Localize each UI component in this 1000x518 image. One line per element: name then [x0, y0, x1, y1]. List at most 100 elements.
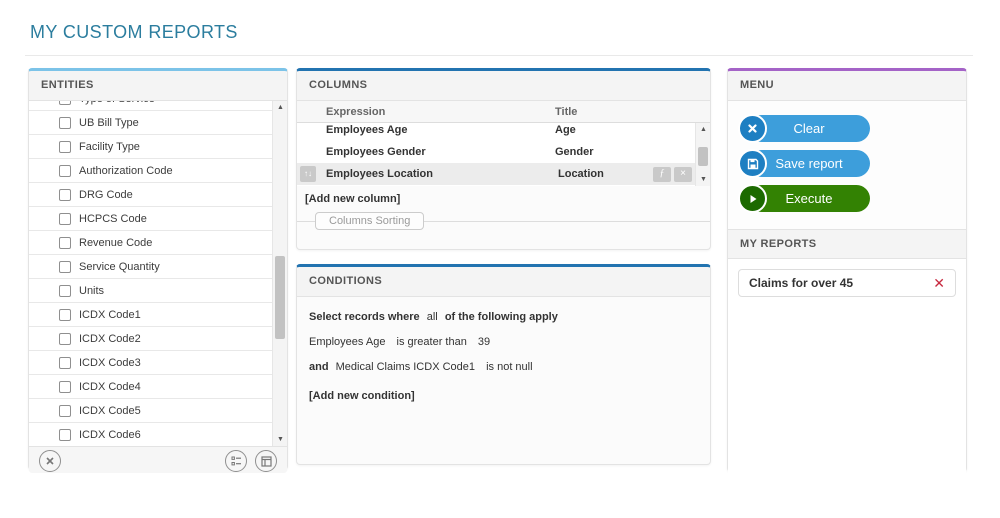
entity-checkbox[interactable]: [59, 381, 71, 393]
entity-label: UB Bill Type: [79, 117, 139, 129]
entity-checkbox[interactable]: [59, 213, 71, 225]
table-view-button[interactable]: [255, 450, 277, 472]
condition-operator-token[interactable]: is not null: [486, 361, 532, 373]
intro-suffix: of the following apply: [445, 311, 558, 323]
entity-row[interactable]: ICDX Code4: [29, 375, 272, 399]
condition-operator-token[interactable]: is greater than: [397, 336, 467, 348]
entity-checkbox[interactable]: [59, 405, 71, 417]
entity-row[interactable]: Authorization Code: [29, 159, 272, 183]
scroll-up-icon[interactable]: ▲: [273, 101, 287, 114]
scroll-down-icon[interactable]: ▼: [696, 173, 711, 186]
menu-panel: MENU Clear Save report Execu: [727, 68, 967, 472]
add-new-condition-link[interactable]: [Add new condition]: [309, 390, 698, 402]
entities-scroll-thumb[interactable]: [275, 256, 285, 339]
entities-scrollbar[interactable]: ▲ ▼: [272, 101, 287, 446]
execute-button[interactable]: Execute: [738, 184, 870, 213]
entity-label: Authorization Code: [79, 165, 173, 177]
menu-buttons: Clear Save report Execute: [728, 101, 966, 229]
entity-checkbox[interactable]: [59, 101, 71, 105]
entity-row[interactable]: UB Bill Type: [29, 111, 272, 135]
entity-row[interactable]: Units: [29, 279, 272, 303]
entity-label: ICDX Code2: [79, 333, 141, 345]
entity-row[interactable]: ICDX Code5: [29, 399, 272, 423]
entity-checkbox[interactable]: [59, 165, 71, 177]
add-new-column-link[interactable]: [Add new column]: [305, 193, 400, 205]
report-item[interactable]: Claims for over 45 ✕: [738, 269, 956, 297]
row-delete-button[interactable]: ×: [674, 167, 692, 182]
entity-row[interactable]: Facility Type: [29, 135, 272, 159]
scroll-down-icon[interactable]: ▼: [273, 433, 287, 446]
entity-label: ICDX Code4: [79, 381, 141, 393]
entity-row[interactable]: Service Quantity: [29, 255, 272, 279]
entity-row[interactable]: ICDX Code6: [29, 423, 272, 446]
condition-field-token[interactable]: Medical Claims ICDX Code1: [336, 361, 475, 373]
entity-row[interactable]: HCPCS Code: [29, 207, 272, 231]
entity-checkbox[interactable]: [59, 357, 71, 369]
page: MY CUSTOM REPORTS ENTITIES Type of Servi…: [0, 0, 1000, 518]
entity-checkbox[interactable]: [59, 309, 71, 321]
save-report-button[interactable]: Save report: [738, 149, 870, 178]
columns-panel: COLUMNS Expression Title Employees Age A…: [296, 68, 711, 250]
conditions-intro-line: Select records where all of the followin…: [309, 311, 698, 323]
entity-label: Facility Type: [79, 141, 140, 153]
scroll-up-icon[interactable]: ▲: [696, 123, 711, 136]
condition-mode-token[interactable]: all: [427, 311, 438, 323]
condition-conjunction: and: [309, 361, 329, 373]
column-row[interactable]: Employees Age Age: [297, 123, 695, 141]
menu-header: MENU: [728, 71, 966, 101]
row-function-button[interactable]: ƒ: [653, 167, 671, 182]
entity-checkbox[interactable]: [59, 117, 71, 129]
entity-row[interactable]: DRG Code: [29, 183, 272, 207]
columns-rows-wrap: Employees Age Age Employees Gender Gende…: [297, 123, 710, 186]
column-row[interactable]: Employees Gender Gender: [297, 141, 695, 163]
entity-checkbox[interactable]: [59, 189, 71, 201]
columns-rows: Employees Age Age Employees Gender Gende…: [297, 123, 695, 186]
clear-button[interactable]: Clear: [738, 114, 870, 143]
entity-row[interactable]: Type of Service: [29, 101, 272, 111]
condition-value-token[interactable]: 39: [478, 336, 490, 348]
my-reports-header: MY REPORTS: [728, 229, 966, 259]
entity-checkbox[interactable]: [59, 237, 71, 249]
intro-prefix: Select records where: [309, 311, 420, 323]
entity-row[interactable]: Revenue Code: [29, 231, 272, 255]
entity-row[interactable]: ICDX Code3: [29, 351, 272, 375]
entity-checkbox[interactable]: [59, 429, 71, 441]
title-divider: [25, 55, 973, 56]
checklist-icon: [231, 456, 242, 467]
entity-checkbox[interactable]: [59, 333, 71, 345]
entity-row[interactable]: ICDX Code2: [29, 327, 272, 351]
report-name: Claims for over 45: [749, 276, 853, 290]
condition-rule: Employees Age is greater than 39: [309, 336, 698, 348]
clear-selection-button[interactable]: [39, 450, 61, 472]
entities-header: ENTITIES: [29, 71, 287, 101]
condition-field-token[interactable]: Employees Age: [309, 336, 385, 348]
columns-table-header: Expression Title: [297, 101, 710, 123]
entity-label: ICDX Code5: [79, 405, 141, 417]
delete-report-icon[interactable]: ✕: [933, 276, 945, 290]
column-expression: Employees Gender: [297, 146, 555, 158]
conditions-panel: CONDITIONS Select records where all of t…: [296, 264, 711, 465]
x-circle-icon: [45, 456, 55, 466]
entity-checkbox[interactable]: [59, 285, 71, 297]
column-row-selected[interactable]: ↑↓ Employees Location Location ƒ ×: [297, 163, 695, 185]
x-circle-icon: [738, 114, 767, 143]
columns-tab-strip: Columns Sorting: [297, 212, 710, 233]
columns-scrollbar[interactable]: ▲ ▼: [695, 123, 710, 186]
entity-checkbox[interactable]: [59, 141, 71, 153]
entities-list: Type of Service UB Bill Type Facility Ty…: [29, 101, 272, 446]
table-layout-icon: [261, 456, 272, 467]
entity-label: Units: [79, 285, 104, 297]
entity-label: Service Quantity: [79, 261, 160, 273]
entity-checkbox[interactable]: [59, 261, 71, 273]
row-drag-handle-icon[interactable]: ↑↓: [300, 166, 316, 182]
column-expression: Employees Location: [297, 168, 558, 180]
entities-body: Type of Service UB Bill Type Facility Ty…: [29, 101, 287, 446]
columns-sorting-tab[interactable]: Columns Sorting: [315, 212, 424, 230]
columns-scroll-thumb[interactable]: [698, 147, 708, 166]
entity-label: Revenue Code: [79, 237, 152, 249]
entity-row[interactable]: ICDX Code1: [29, 303, 272, 327]
column-title: Gender: [555, 146, 695, 158]
list-view-button[interactable]: [225, 450, 247, 472]
entities-footer: [29, 446, 287, 473]
entities-panel: ENTITIES Type of Service UB Bill Type Fa…: [28, 68, 288, 470]
